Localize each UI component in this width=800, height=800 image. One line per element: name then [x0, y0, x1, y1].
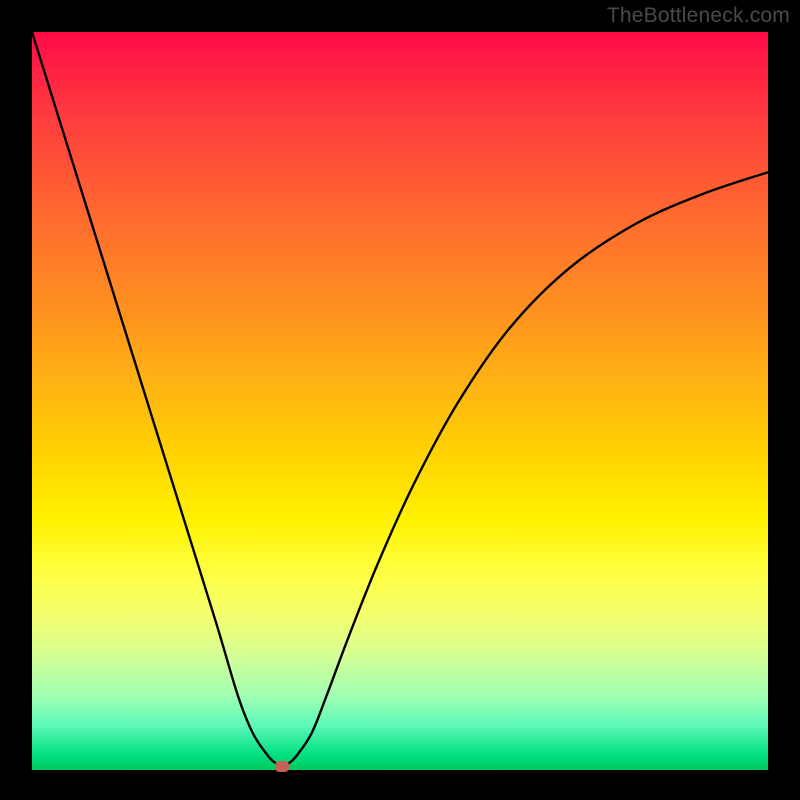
chart-frame: TheBottleneck.com [0, 0, 800, 800]
chart-plot-area [32, 32, 768, 770]
chart-curve-path [32, 32, 768, 766]
chart-marker [275, 761, 289, 772]
watermark-text: TheBottleneck.com [607, 4, 790, 28]
chart-curve-svg [32, 32, 768, 770]
